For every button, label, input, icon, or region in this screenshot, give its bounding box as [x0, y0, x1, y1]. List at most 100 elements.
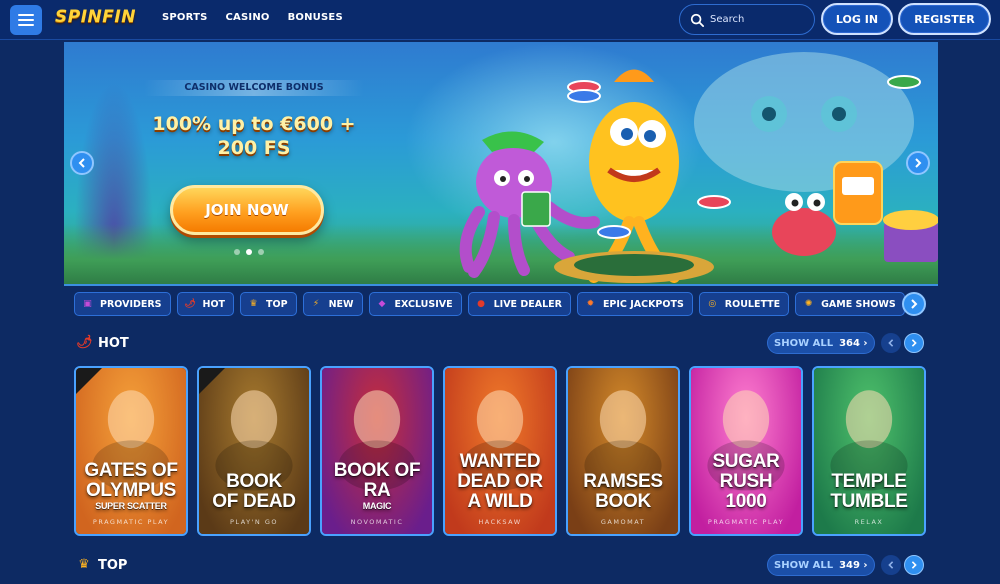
- top-header: SPINFIN SPORTS CASINO BONUSES LOG IN REG…: [0, 0, 1000, 40]
- game-card[interactable]: BOOK OF RA MAGIC NOVOMATIC: [320, 366, 434, 536]
- game-title-line: WANTED: [459, 451, 541, 472]
- game-title: RAMSES BOOK: [572, 472, 674, 512]
- bomb-icon: ✹: [586, 298, 595, 309]
- hero-illustration: [459, 52, 938, 283]
- search-input[interactable]: [710, 14, 800, 25]
- game-title-line: SUGAR RUSH: [712, 451, 780, 492]
- nav-bonuses[interactable]: BONUSES: [288, 12, 343, 23]
- game-card[interactable]: GATES OF OLYMPUS SUPER SCATTER PRAGMATIC PL…: [74, 366, 188, 536]
- game-card[interactable]: SUGAR RUSH 1000 PRAGMATIC PLAY: [689, 366, 803, 536]
- join-now-button[interactable]: JOIN NOW: [170, 185, 324, 235]
- category-top[interactable]: ♛ TOP: [240, 292, 297, 316]
- category-epic-jackpots[interactable]: ✹ EPIC JACKPOTS: [576, 292, 693, 316]
- drops-wins-badge: [76, 368, 102, 394]
- category-label: EPIC JACKPOTS: [602, 298, 684, 310]
- carousel-dots: [234, 249, 264, 255]
- category-roulette[interactable]: ◎ ROULETTE: [698, 292, 790, 316]
- game-provider: GAMOMAT: [600, 518, 646, 526]
- category-label: HOT: [202, 298, 226, 310]
- chevron-right-icon: [915, 158, 922, 168]
- game-title-line: DEAD OR A WILD: [457, 471, 543, 512]
- game-title-line: BOOK: [226, 471, 282, 492]
- game-subtitle: SUPER SCATTER: [95, 501, 167, 511]
- hero-divider: [64, 284, 938, 286]
- hot-prev-button[interactable]: [881, 333, 901, 353]
- hero-banner[interactable]: CASINO WELCOME BONUS 100% up to €600 + 2…: [64, 42, 938, 284]
- search-box[interactable]: [679, 4, 815, 35]
- category-label: LIVE DEALER: [493, 298, 562, 310]
- menu-button[interactable]: [10, 5, 42, 35]
- login-button[interactable]: LOG IN: [821, 3, 893, 35]
- game-title-line: 1000: [725, 491, 767, 512]
- hero-next-button[interactable]: [906, 151, 930, 175]
- chevron-right-icon: [911, 561, 917, 569]
- game-provider: HACKSAW: [478, 518, 522, 526]
- hot-show-all-button[interactable]: SHOW ALL 364 ›: [767, 332, 875, 354]
- bonus-line-1: 100% up to €600 +: [152, 113, 356, 135]
- carousel-dot-active[interactable]: [246, 249, 252, 255]
- game-provider: PLAY'N GO: [230, 518, 278, 526]
- main-nav: SPORTS CASINO BONUSES: [162, 12, 343, 23]
- category-providers[interactable]: ▣ PROVIDERS: [74, 292, 171, 316]
- category-label: NEW: [328, 298, 354, 310]
- menu-icon-bar: [18, 14, 34, 16]
- hero-prev-button[interactable]: [70, 151, 94, 175]
- category-exclusive[interactable]: ◆ EXCLUSIVE: [368, 292, 462, 316]
- bonus-line-2: 200 FS: [217, 137, 291, 159]
- bonus-label: CASINO WELCOME BONUS: [144, 80, 364, 96]
- top-section-title: ♛ TOP: [76, 557, 127, 573]
- nav-casino[interactable]: CASINO: [226, 12, 270, 23]
- bonus-headline: 100% up to €600 + 200 FS: [134, 112, 374, 160]
- game-card[interactable]: BOOK OF DEAD PLAY'N GO: [197, 366, 311, 536]
- show-all-label: SHOW ALL: [774, 337, 834, 349]
- show-all-label: SHOW ALL: [774, 559, 834, 571]
- roulette-icon: ◎: [708, 298, 717, 309]
- category-live-dealer[interactable]: ● LIVE DEALER: [467, 292, 571, 316]
- game-title: SUGAR RUSH 1000: [695, 452, 797, 512]
- game-provider: PRAGMATIC PLAY: [92, 518, 170, 526]
- carousel-dot[interactable]: [258, 249, 264, 255]
- crown-icon: ♛: [249, 298, 258, 309]
- game-title: GATES OF OLYMPUS SUPER SCATTER: [80, 461, 182, 512]
- category-label: EXCLUSIVE: [394, 298, 453, 310]
- chip-icon: ●: [477, 298, 486, 309]
- game-provider: RELAX: [854, 518, 884, 526]
- game-title-line: OF DEAD: [212, 491, 296, 512]
- top-show-all-button[interactable]: SHOW ALL 349 ›: [767, 554, 875, 576]
- game-card[interactable]: TEMPLE TUMBLE RELAX: [812, 366, 926, 536]
- hot-title-text: HOT: [98, 335, 129, 351]
- game-card[interactable]: RAMSES BOOK GAMOMAT: [566, 366, 680, 536]
- game-title-line: OLYMPUS: [85, 480, 177, 501]
- top-next-button[interactable]: [904, 555, 924, 575]
- top-title-text: TOP: [98, 557, 128, 573]
- top-prev-button[interactable]: [881, 555, 901, 575]
- chevron-left-icon: [78, 158, 85, 168]
- category-new[interactable]: ⚡ NEW: [302, 292, 363, 316]
- categories-next-button[interactable]: [902, 292, 926, 316]
- category-label: PROVIDERS: [100, 298, 162, 310]
- register-button[interactable]: REGISTER: [898, 3, 991, 35]
- hot-games-row: GATES OF OLYMPUS SUPER SCATTER PRAGMATIC PL…: [74, 366, 926, 536]
- game-title: BOOK OF DEAD: [203, 472, 305, 512]
- game-title: BOOK OF RA MAGIC: [326, 461, 428, 512]
- category-game-shows[interactable]: ✺ GAME SHOWS: [795, 292, 905, 316]
- game-title-line: RAMSES BOOK: [583, 471, 663, 512]
- game-subtitle: MAGIC: [362, 501, 392, 511]
- category-hot[interactable]: 🌶 HOT: [176, 292, 235, 316]
- gem-icon: ◆: [378, 298, 386, 309]
- carousel-dot[interactable]: [234, 249, 240, 255]
- menu-icon-bar: [18, 19, 34, 21]
- chevron-left-icon: [888, 339, 894, 347]
- spinfin-logo[interactable]: SPINFIN: [55, 7, 136, 31]
- nav-sports[interactable]: SPORTS: [162, 12, 208, 23]
- drops-wins-badge: [199, 368, 225, 394]
- show-all-count: 349 ›: [839, 559, 868, 571]
- chili-icon: 🌶: [184, 298, 196, 309]
- hot-next-button[interactable]: [904, 333, 924, 353]
- game-title-line: TEMPLE: [831, 471, 907, 492]
- game-card[interactable]: WANTED DEAD OR A WILD HACKSAW: [443, 366, 557, 536]
- game-title-line: GATES OF: [84, 460, 178, 481]
- game-title-line: TUMBLE: [830, 491, 908, 512]
- menu-icon-bar: [18, 24, 34, 26]
- chevron-right-icon: [911, 339, 917, 347]
